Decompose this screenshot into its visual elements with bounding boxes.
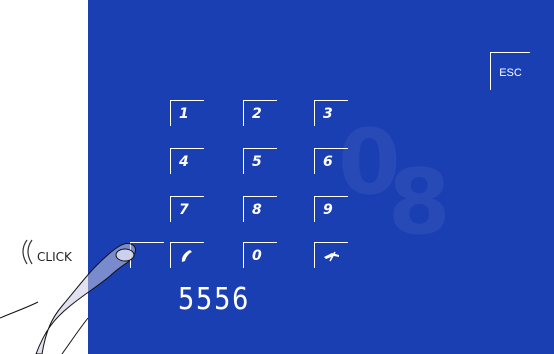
esc-button[interactable]: ESC — [490, 52, 530, 90]
key-7[interactable]: 7 — [170, 196, 204, 222]
key-4[interactable]: 4 — [170, 148, 204, 174]
keypad-panel: 0 8 ESC 1 2 3 4 5 6 7 8 9 0 5556 — [88, 0, 554, 354]
click-label: CLICK — [37, 250, 72, 264]
blank-key-button[interactable] — [130, 242, 164, 268]
call-button[interactable] — [170, 242, 204, 268]
key-6[interactable]: 6 — [314, 148, 348, 174]
background-texture: 8 — [388, 150, 451, 255]
phone-hangup-icon — [324, 251, 339, 262]
key-3[interactable]: 3 — [314, 100, 348, 126]
key-1[interactable]: 1 — [170, 100, 204, 126]
click-wave-icon — [27, 239, 33, 265]
key-5[interactable]: 5 — [243, 148, 277, 174]
number-display: 5556 — [178, 282, 251, 317]
key-9[interactable]: 9 — [314, 196, 348, 222]
click-wave-icon — [22, 239, 28, 265]
key-0[interactable]: 0 — [243, 242, 277, 268]
key-8[interactable]: 8 — [243, 196, 277, 222]
hangup-button[interactable] — [314, 242, 348, 268]
key-2[interactable]: 2 — [243, 100, 277, 126]
phone-call-icon — [181, 250, 192, 262]
